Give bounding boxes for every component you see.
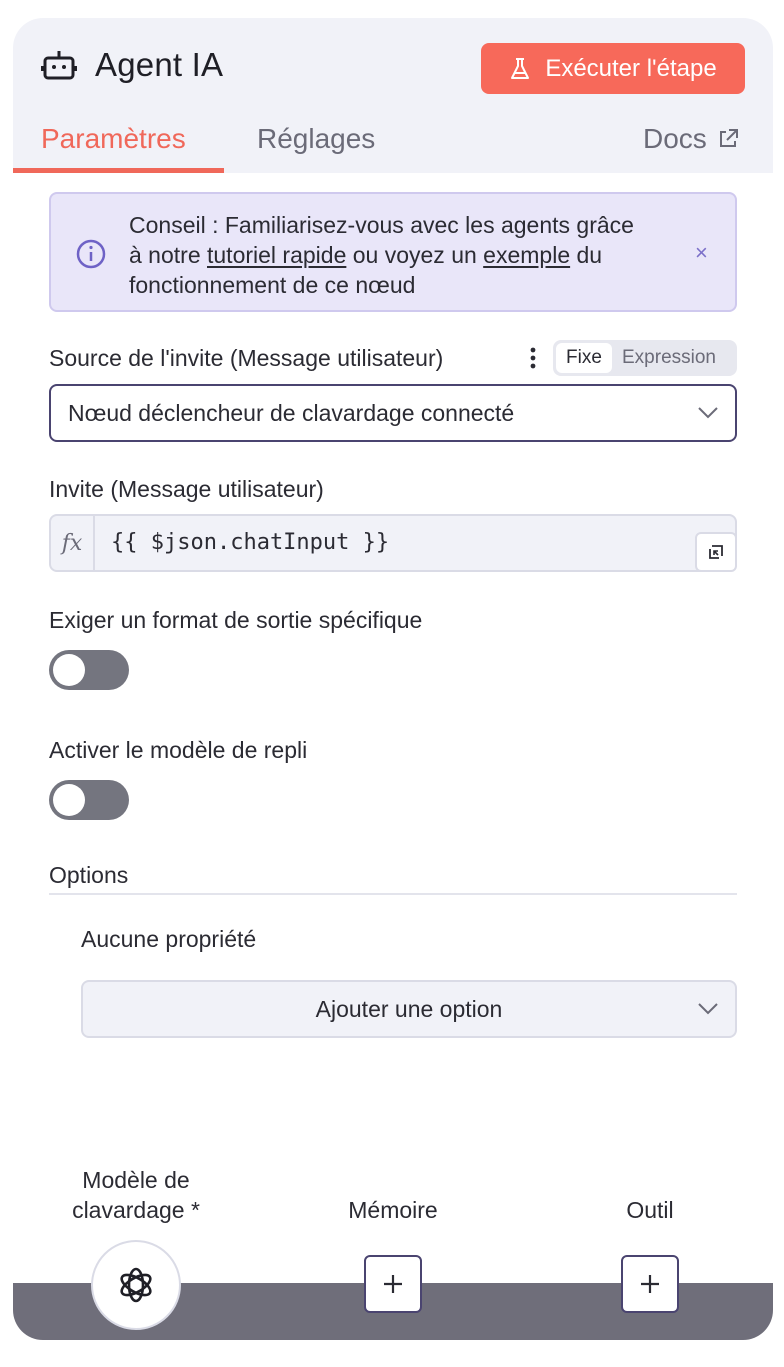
node-panel: Agent IA Exécuter l'étape Paramètres Rég… — [13, 18, 773, 1340]
run-step-button[interactable]: Exécuter l'étape — [481, 43, 745, 94]
close-tip-icon[interactable]: × — [695, 240, 708, 266]
active-tab-indicator — [13, 168, 224, 173]
tab-parametres[interactable]: Paramètres — [41, 123, 186, 155]
add-memory-button[interactable] — [364, 1255, 422, 1313]
chat-model-connector[interactable] — [91, 1240, 181, 1330]
toggle-knob — [53, 784, 85, 816]
options-heading: Options — [49, 862, 129, 888]
tip-banner: Conseil : Familiarisez-vous avec les age… — [49, 192, 737, 312]
external-link-icon — [719, 129, 738, 147]
tool-label: Outil — [626, 1197, 674, 1223]
mode-switch: Fixe Expression — [553, 340, 737, 376]
tab-reglages[interactable]: Réglages — [257, 123, 375, 155]
mode-fixed-button[interactable]: Fixe — [556, 343, 612, 373]
tip-text-b: ou voyez un — [346, 242, 484, 268]
fallback-model-label: Activer le modèle de repli — [49, 737, 308, 763]
prompt-expression-value: {{ $json.chatInput }} — [111, 530, 390, 555]
tip-line-3: fonctionnement de ce nœud — [129, 272, 416, 298]
options-divider — [49, 893, 737, 895]
tip-text-a: à notre — [129, 242, 207, 268]
prompt-expression-input[interactable]: fx {{ $json.chatInput }} — [49, 514, 737, 572]
open-expression-editor-button[interactable] — [695, 532, 737, 572]
chevron-down-icon — [698, 1003, 718, 1015]
tip-text: Conseil : Familiarisez-vous avec les age… — [129, 210, 689, 300]
tip-line-1: Conseil : Familiarisez-vous avec les age… — [129, 212, 634, 238]
memory-label: Mémoire — [348, 1197, 438, 1223]
no-properties-text: Aucune propriété — [81, 926, 257, 952]
quick-tutorial-link[interactable]: tutoriel rapide — [207, 242, 346, 268]
prompt-source-select[interactable]: Nœud déclencheur de clavardage connecté — [49, 384, 737, 442]
plus-icon — [384, 1275, 402, 1293]
chat-model-label: Modèle de clavardage * — [51, 1165, 221, 1225]
run-step-label: Exécuter l'étape — [545, 54, 717, 82]
plus-icon — [641, 1275, 659, 1293]
add-tool-button[interactable] — [621, 1255, 679, 1313]
flask-icon — [511, 57, 530, 79]
info-icon — [76, 239, 106, 269]
tip-line-2: à notre tutoriel rapide ou voyez un exem… — [129, 240, 689, 270]
output-format-toggle[interactable] — [49, 650, 129, 690]
openai-logo-icon — [120, 1267, 152, 1303]
chat-model-label-line-1: Modèle de — [82, 1167, 190, 1193]
output-format-label: Exiger un format de sortie spécifique — [49, 607, 423, 633]
page-title: Agent IA — [95, 46, 224, 83]
chevron-down-icon — [698, 407, 718, 419]
chat-model-label-line-2: clavardage * — [72, 1197, 200, 1223]
more-options-icon[interactable] — [529, 346, 537, 370]
prompt-source-label: Source de l'invite (Message utilisateur) — [49, 345, 444, 371]
tab-docs-label: Docs — [643, 123, 707, 154]
fx-icon: fx — [51, 516, 95, 570]
fallback-model-toggle[interactable] — [49, 780, 129, 820]
robot-icon — [41, 51, 77, 80]
tip-text-c: du — [570, 242, 603, 268]
prompt-label: Invite (Message utilisateur) — [49, 476, 324, 502]
expand-icon — [709, 545, 723, 559]
tab-docs[interactable]: Docs — [643, 123, 739, 155]
add-option-select[interactable]: Ajouter une option — [81, 980, 737, 1038]
title-wrap: Agent IA — [41, 46, 223, 84]
prompt-source-value: Nœud déclencheur de clavardage connecté — [68, 399, 515, 426]
toggle-knob — [53, 654, 85, 686]
example-link[interactable]: exemple — [483, 242, 570, 268]
add-option-label: Ajouter une option — [315, 995, 503, 1022]
mode-expression-button[interactable]: Expression — [612, 347, 716, 369]
